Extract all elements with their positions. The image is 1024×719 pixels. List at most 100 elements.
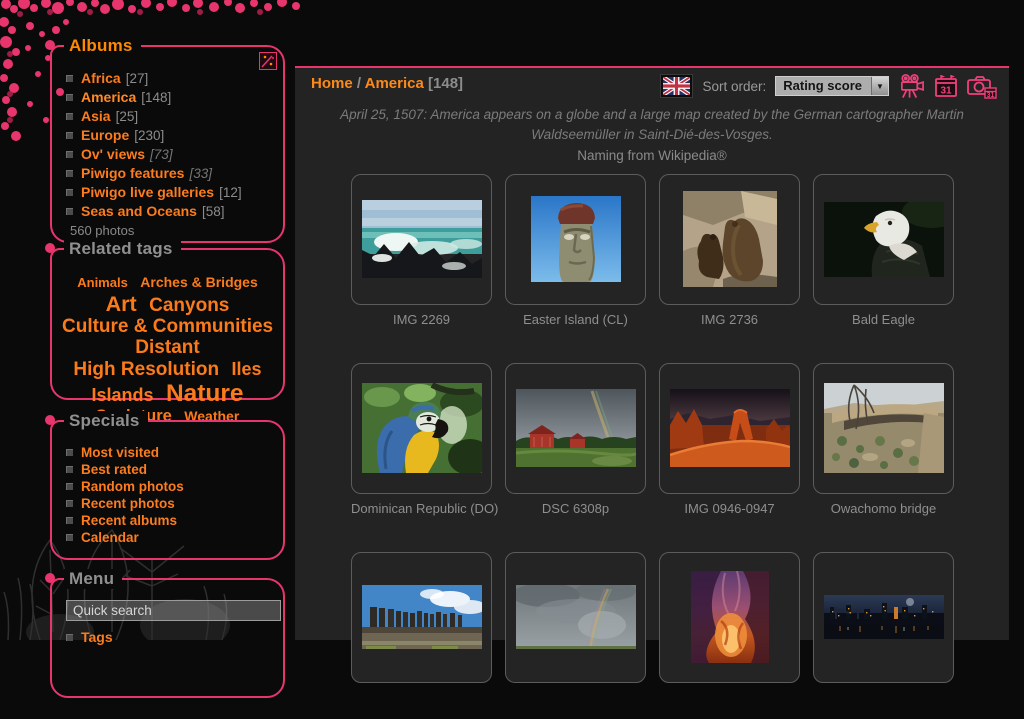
photo-caption[interactable]: IMG 0946-0947 bbox=[659, 501, 800, 516]
album-count: [25] bbox=[116, 109, 139, 124]
album-count: [58] bbox=[202, 204, 225, 219]
photo-caption[interactable]: DSC 6308p bbox=[505, 501, 646, 516]
tag-islands[interactable]: Islands bbox=[91, 385, 153, 405]
special-label: Calendar bbox=[81, 530, 139, 545]
photo-image-arch bbox=[670, 389, 790, 467]
photo-thumbnail-img-0946-0947[interactable] bbox=[659, 363, 800, 494]
album-description-sub: Naming from Wikipedia® bbox=[307, 146, 997, 166]
photo-thumbnail-img-2736[interactable] bbox=[659, 174, 800, 305]
content-panel: Home / America [148] Sort order: Rating … bbox=[295, 66, 1009, 640]
breadcrumb-current-album[interactable]: America bbox=[365, 75, 424, 92]
photo-cell: IMG 2269 bbox=[351, 174, 492, 327]
breadcrumb-separator: / bbox=[353, 75, 365, 92]
sort-order-select[interactable]: Rating score ▼ bbox=[775, 76, 889, 96]
tag-high-resolution[interactable]: High Resolution bbox=[73, 359, 219, 380]
thumbnail-grid: IMG 2269 Eas bbox=[351, 174, 963, 719]
bullet-icon bbox=[66, 151, 73, 158]
photo-caption[interactable]: IMG 2736 bbox=[659, 312, 800, 327]
photo-image-stone-bridge bbox=[824, 383, 944, 473]
photo-image-eagle bbox=[824, 202, 944, 277]
photo-thumbnail-antelope-canyon[interactable] bbox=[659, 552, 800, 683]
tag-art[interactable]: Art bbox=[106, 292, 137, 316]
albums-panel-title: Albums bbox=[64, 36, 141, 56]
slideshow-icon[interactable] bbox=[898, 73, 925, 99]
menu-label: Tags bbox=[81, 629, 113, 645]
photo-thumbnail-moai-row[interactable] bbox=[351, 552, 492, 683]
photo-cell bbox=[505, 552, 646, 683]
menu-panel: Menu Tags bbox=[50, 578, 285, 698]
album-count: [73] bbox=[150, 147, 173, 162]
sidebar-item-calendar[interactable]: Calendar bbox=[66, 529, 275, 546]
photo-cell: Easter Island (CL) bbox=[505, 174, 646, 327]
photo-cell: Dominican Republic (DO) bbox=[351, 363, 492, 516]
photo-thumbnail-img-2269[interactable] bbox=[351, 174, 492, 305]
photo-thumbnail-easter-island[interactable] bbox=[505, 174, 646, 305]
photo-thumbnail-dsc-6308p[interactable] bbox=[505, 363, 646, 494]
tag-animals[interactable]: Animals bbox=[77, 275, 128, 290]
calendar-icon[interactable]: 31 bbox=[934, 73, 958, 99]
photo-image-night-skyline bbox=[824, 595, 944, 639]
sidebar-item-random-photos[interactable]: Random photos bbox=[66, 478, 275, 495]
sidebar-item-recent-photos[interactable]: Recent photos bbox=[66, 495, 275, 512]
photo-thumbnail-bald-eagle[interactable] bbox=[813, 174, 954, 305]
album-label: Piwigo features bbox=[81, 165, 184, 181]
sidebar-item-seas-and-oceans[interactable]: Seas and Oceans[58] bbox=[66, 202, 275, 221]
sidebar-item-recent-albums[interactable]: Recent albums bbox=[66, 512, 275, 529]
photo-thumbnail-city-night[interactable] bbox=[813, 552, 954, 683]
bullet-icon bbox=[66, 500, 73, 507]
tag-arches-bridges[interactable]: Arches & Bridges bbox=[140, 274, 257, 290]
menu-panel-title: Menu bbox=[64, 569, 122, 589]
bullet-icon bbox=[66, 449, 73, 456]
photo-caption[interactable]: Easter Island (CL) bbox=[505, 312, 646, 327]
related-tags-panel-title: Related tags bbox=[64, 239, 181, 259]
tag-distant[interactable]: Distant bbox=[135, 337, 199, 358]
sidebar-item-asia[interactable]: Asia [25] bbox=[66, 107, 275, 126]
specials-panel-title: Specials bbox=[64, 411, 148, 431]
language-flag-icon[interactable] bbox=[660, 74, 693, 98]
album-count: [27] bbox=[126, 71, 149, 86]
bullet-icon bbox=[66, 132, 73, 139]
sidebar-item-piwigo-features[interactable]: Piwigo features[33] bbox=[66, 164, 275, 183]
album-edit-icon[interactable] bbox=[259, 52, 277, 75]
breadcrumb-home-link[interactable]: Home bbox=[311, 75, 353, 92]
photo-thumbnail-rainbow-sky[interactable] bbox=[505, 552, 646, 683]
sidebar-item-best-rated[interactable]: Best rated bbox=[66, 461, 275, 478]
photo-thumbnail-dominican-republic[interactable] bbox=[351, 363, 492, 494]
album-label: Europe bbox=[81, 127, 129, 143]
photo-image-slot-canyon bbox=[691, 571, 769, 663]
camera-calendar-icon-day: 31 bbox=[987, 92, 995, 99]
sidebar-item-tags[interactable]: Tags bbox=[66, 628, 275, 647]
sidebar-item-africa[interactable]: Africa[27] bbox=[66, 69, 275, 88]
photo-thumbnail-owachomo-bridge[interactable] bbox=[813, 363, 954, 494]
calendar-icon-day: 31 bbox=[940, 86, 952, 97]
bullet-icon bbox=[66, 208, 73, 215]
sidebar-item-ov-views[interactable]: Ov' views[73] bbox=[66, 145, 275, 164]
albums-panel: Albums Africa[27] America[148] Asia[25] … bbox=[50, 45, 285, 243]
photo-image-bears bbox=[683, 191, 777, 287]
sort-order-value: Rating score bbox=[776, 77, 871, 95]
photo-image-parrot bbox=[362, 383, 482, 473]
tag-culture-communities[interactable]: Culture & Communities bbox=[62, 316, 273, 337]
sidebar-item-most-visited[interactable]: Most visited bbox=[66, 444, 275, 461]
tag-canyons[interactable]: Canyons bbox=[149, 295, 229, 316]
album-count: [12] bbox=[219, 185, 242, 200]
photo-cell: IMG 2736 bbox=[659, 174, 800, 327]
album-label: Piwigo live galleries bbox=[81, 184, 214, 200]
tag-iles[interactable]: Iles bbox=[232, 359, 262, 379]
photo-image-ocean-waves bbox=[362, 200, 482, 278]
camera-calendar-icon[interactable]: 31 bbox=[967, 73, 997, 99]
photo-caption[interactable]: IMG 2269 bbox=[351, 312, 492, 327]
photo-caption[interactable]: Dominican Republic (DO) bbox=[351, 501, 492, 516]
tag-nature[interactable]: Nature bbox=[166, 380, 244, 407]
album-label: Asia bbox=[81, 108, 111, 124]
quick-search-input[interactable] bbox=[66, 600, 281, 621]
special-label: Random photos bbox=[81, 479, 184, 494]
sidebar-item-europe[interactable]: Europe[230] bbox=[66, 126, 275, 145]
sidebar-item-piwigo-live-galleries[interactable]: Piwigo live galleries [12] bbox=[66, 183, 275, 202]
photo-caption[interactable]: Owachomo bridge bbox=[813, 501, 954, 516]
photo-cell: Owachomo bridge bbox=[813, 363, 954, 516]
photo-caption[interactable]: Bald Eagle bbox=[813, 312, 954, 327]
special-label: Most visited bbox=[81, 445, 159, 460]
special-label: Recent photos bbox=[81, 496, 175, 511]
sidebar-item-america[interactable]: America[148] bbox=[66, 88, 275, 107]
